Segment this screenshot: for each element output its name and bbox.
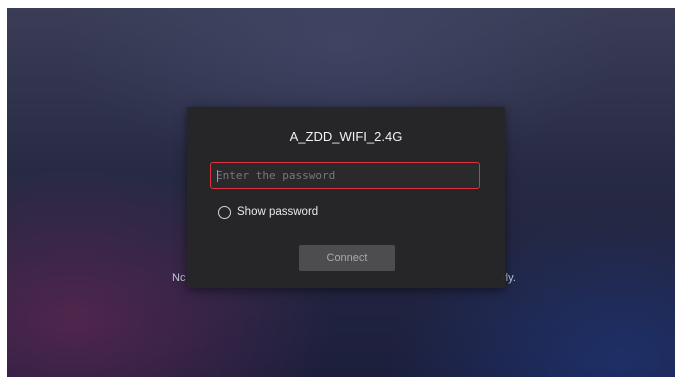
screen: Nc rly. A_ZDD_WIFI_2.4G Show password Co… xyxy=(7,8,675,377)
radio-circle-icon[interactable] xyxy=(218,205,231,219)
network-name-title: A_ZDD_WIFI_2.4G xyxy=(289,129,403,144)
show-password-label: Show password xyxy=(237,206,319,218)
connect-button[interactable]: Connect xyxy=(299,245,395,271)
show-password-toggle[interactable]: Show password xyxy=(218,204,318,220)
text-cursor xyxy=(217,170,218,182)
password-input[interactable] xyxy=(210,162,480,189)
wifi-password-dialog: A_ZDD_WIFI_2.4G Show password Connect xyxy=(187,107,505,288)
background-message-left: Nc xyxy=(172,272,186,284)
